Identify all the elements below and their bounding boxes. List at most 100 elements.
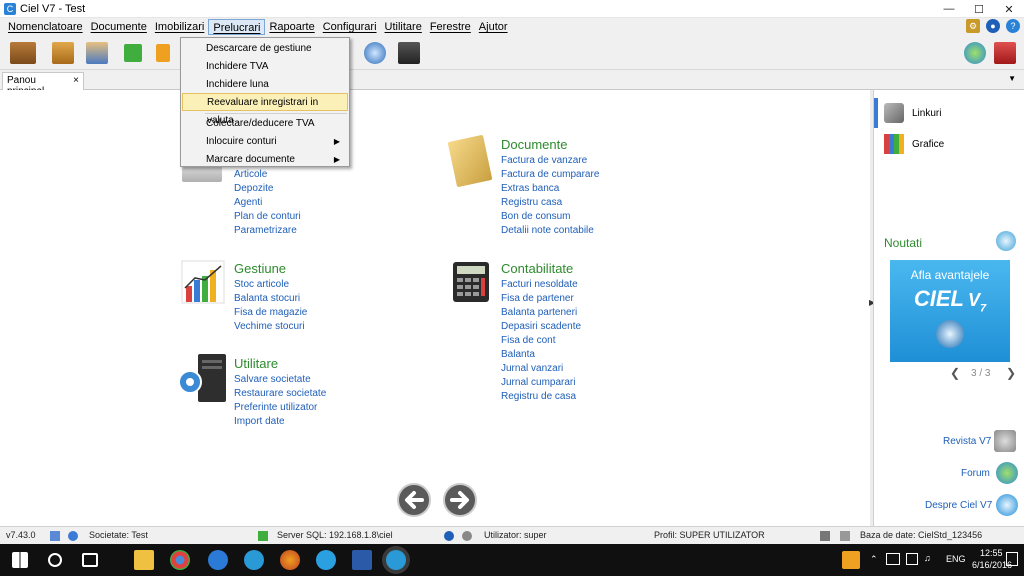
minimize-button[interactable]: — <box>934 0 964 18</box>
menu-rapoarte[interactable]: Rapoarte <box>265 19 318 35</box>
submenu-arrow-icon: ▶ <box>333 155 340 164</box>
clock-time[interactable]: 12:55 <box>980 548 1003 558</box>
box-icon[interactable] <box>52 42 74 64</box>
menu-utilitare[interactable]: Utilitare <box>381 19 426 35</box>
link-parametrizare[interactable]: Parametrizare <box>234 224 297 238</box>
menu-item-inchidere-luna[interactable]: Inchidere luna <box>182 76 348 94</box>
link-depasiri-scadente[interactable]: Depasiri scadente <box>501 320 581 334</box>
link-jurnal-vanzari[interactable]: Jurnal vanzari <box>501 362 563 376</box>
link-balanta[interactable]: Balanta <box>501 348 535 362</box>
menu-nomenclatoare[interactable]: Nomenclatoare <box>4 19 87 35</box>
handshake-icon[interactable] <box>10 42 36 64</box>
tab-panou-principal[interactable]: Panou principal × <box>2 72 84 97</box>
pager-prev-icon[interactable]: ❮ <box>950 366 960 380</box>
link-bon-de-consum[interactable]: Bon de consum <box>501 210 571 224</box>
link-vechime-stocuri[interactable]: Vechime stocuri <box>234 320 305 334</box>
link-revista-v7[interactable]: Revista V7 <box>943 435 991 449</box>
link-fisa-de-magazie[interactable]: Fisa de magazie <box>234 306 307 320</box>
link-registru-casa[interactable]: Registru casa <box>501 196 562 210</box>
key-icon[interactable]: ⚙ <box>966 19 980 33</box>
link-depozite[interactable]: Depozite <box>234 182 273 196</box>
firefox-icon[interactable] <box>280 550 300 570</box>
file-explorer-icon[interactable] <box>134 550 154 570</box>
link-forum[interactable]: Forum <box>961 467 990 481</box>
link-factura-de-vanzare[interactable]: Factura de vanzare <box>501 154 587 168</box>
news-globe-icon[interactable] <box>996 231 1016 251</box>
section-title-documente: Documente <box>501 137 568 152</box>
ciel-taskbar-icon[interactable] <box>386 550 406 570</box>
menu-item-inchidere-tva[interactable]: Inchidere TVA <box>182 58 348 76</box>
link-plan-de-conturi[interactable]: Plan de conturi <box>234 210 301 224</box>
link-balanta-parteneri[interactable]: Balanta parteneri <box>501 306 577 320</box>
link-import-date[interactable]: Import date <box>234 415 285 429</box>
tray-chevron-icon[interactable]: ⌃ <box>870 554 878 565</box>
right-panel-item-grafice[interactable]: Grafice <box>874 129 1024 159</box>
globe-icon[interactable]: ● <box>986 19 1000 33</box>
tab-list-chevron-icon[interactable]: ▼ <box>1008 74 1016 83</box>
section-title-contabilitate: Contabilitate <box>501 261 574 276</box>
link-facturi-nesoldate[interactable]: Facturi nesoldate <box>501 278 578 292</box>
windows-start-icon[interactable] <box>12 552 28 568</box>
menu-configurari[interactable]: Configurari <box>319 19 381 35</box>
exit-icon[interactable] <box>994 42 1016 64</box>
maximize-button[interactable]: ☐ <box>964 0 994 18</box>
battery-icon[interactable] <box>906 553 918 565</box>
word-icon[interactable] <box>352 550 372 570</box>
menu-separator <box>205 113 347 114</box>
language-indicator[interactable]: ENG <box>946 554 966 564</box>
link-fisa-de-cont[interactable]: Fisa de cont <box>501 334 555 348</box>
chain-link-icon <box>884 103 904 123</box>
link-balanta-stocuri[interactable]: Balanta stocuri <box>234 292 300 306</box>
link-restaurare-societate[interactable]: Restaurare societate <box>234 387 326 401</box>
link-factura-de-cumparare[interactable]: Factura de cumparare <box>501 168 599 182</box>
news-banner[interactable]: Afla avantajele CIEL V7 <box>890 260 1010 362</box>
link-stoc-articole[interactable]: Stoc articole <box>234 278 289 292</box>
action-center-icon[interactable] <box>1006 552 1018 566</box>
network-tray-icon[interactable] <box>886 553 900 565</box>
link-jurnal-cumparari[interactable]: Jurnal cumparari <box>501 376 575 390</box>
menu-item-colectare-deducere-tva[interactable]: Colectare/deducere TVA <box>182 115 348 133</box>
search-icon[interactable] <box>48 553 62 567</box>
link-articole[interactable]: Articole <box>234 168 267 182</box>
task-view-icon[interactable] <box>82 553 98 567</box>
menu-item-marcare-documente[interactable]: Marcare documente ▶ <box>182 151 348 169</box>
menu-item-descarcare-de-gestiune[interactable]: Descarcare de gestiune <box>182 40 348 58</box>
ciel-logo-small-icon[interactable] <box>996 494 1018 516</box>
chat-icon[interactable] <box>964 42 986 64</box>
calculator-icon[interactable] <box>398 42 420 64</box>
link-despre-ciel[interactable]: Despre Ciel V7 <box>925 499 992 513</box>
forward-arrow-icon[interactable] <box>442 482 478 518</box>
help-icon[interactable]: ? <box>1006 19 1020 33</box>
link-preferinte-utilizator[interactable]: Preferinte utilizator <box>234 401 317 415</box>
link-detalii-note-contabile[interactable]: Detalii note contabile <box>501 224 594 238</box>
search-report-icon[interactable] <box>364 42 386 64</box>
chrome-icon[interactable] <box>170 550 190 570</box>
close-window-button[interactable]: ✕ <box>994 0 1024 18</box>
pager-next-icon[interactable]: ❯ <box>1006 366 1016 380</box>
skype-icon[interactable] <box>316 550 336 570</box>
volume-icon[interactable]: ♫ <box>924 553 931 563</box>
tab-close-icon[interactable]: × <box>73 75 79 88</box>
internet-explorer-icon[interactable] <box>244 550 264 570</box>
download-icon[interactable] <box>124 44 142 62</box>
menu-ajutor[interactable]: Ajutor <box>475 19 512 35</box>
back-arrow-icon[interactable] <box>396 482 432 518</box>
document-icon[interactable] <box>156 44 170 62</box>
link-salvare-societate[interactable]: Salvare societate <box>234 373 311 387</box>
link-agenti[interactable]: Agenti <box>234 196 262 210</box>
menu-prelucrari[interactable]: Prelucrari <box>208 19 266 35</box>
menu-item-inlocuire-conturi[interactable]: Inlocuire conturi ▶ <box>182 133 348 151</box>
link-fisa-de-partener[interactable]: Fisa de partener <box>501 292 574 306</box>
users-icon[interactable] <box>86 42 108 64</box>
forum-chat-icon[interactable] <box>996 462 1018 484</box>
menu-ferestre[interactable]: Ferestre <box>426 19 475 35</box>
magazine-icon[interactable] <box>994 430 1016 452</box>
menu-item-reevaluare-inregistrari[interactable]: Reevaluare inregistrari in valuta <box>182 93 348 126</box>
menu-documente[interactable]: Documente <box>87 19 151 35</box>
right-panel-item-linkuri[interactable]: Linkuri <box>874 98 1024 128</box>
menu-imobilizari[interactable]: Imobilizari <box>151 19 209 35</box>
link-registru-de-casa[interactable]: Registru de casa <box>501 390 576 404</box>
edge-icon[interactable] <box>208 550 228 570</box>
notification-app-icon[interactable] <box>842 551 860 569</box>
link-extras-banca[interactable]: Extras banca <box>501 182 559 196</box>
